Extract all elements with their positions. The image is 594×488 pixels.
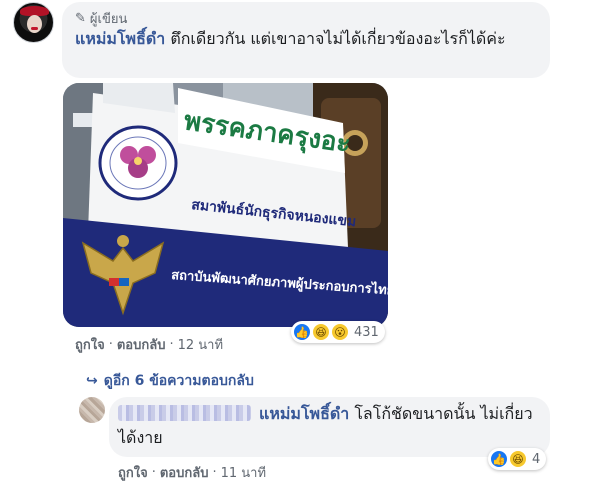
reply-arrow-icon: ↪	[86, 373, 98, 389]
haha-icon: 😆	[509, 450, 527, 468]
author-badge: ✎ ผู้เขียน	[75, 8, 127, 29]
reply-reply-link[interactable]: ตอบกลับ	[160, 462, 209, 483]
comment-timestamp[interactable]: 12 นาที	[178, 334, 223, 355]
commenter-avatar[interactable]	[13, 2, 54, 43]
comment-author-name[interactable]: แหม่มโพธิ์ดำ	[75, 29, 165, 48]
separator-dot: ·	[108, 337, 113, 352]
separator-dot: ·	[151, 465, 156, 480]
comment-text: แหม่มโพธิ์ดำ ตึกเดียวกัน แต่เขาอาจไม่ได้…	[75, 28, 543, 50]
wow-icon: 😮	[331, 323, 349, 341]
reply-timestamp[interactable]: 11 นาที	[221, 462, 266, 483]
view-more-replies-link[interactable]: ↪ ดูอีก 6 ข้อความตอบกลับ	[86, 370, 254, 392]
reply-text: แหม่มโพธิ์ดำ โลโก้ชัดขนาดนั้น ไม่เกี่ยวไ…	[118, 402, 542, 450]
separator-dot: ·	[169, 337, 174, 352]
pencil-icon: ✎	[75, 11, 86, 26]
comment-photo[interactable]: พรรคภาครุงอะ สมาพันธ์นักธุรกิจหนองแขม สถ…	[63, 83, 388, 327]
avatar-face-shape	[27, 15, 42, 33]
reply-actions: ถูกใจ · ตอบกลับ · 11 นาที	[118, 462, 266, 483]
reply-avatar[interactable]	[79, 397, 105, 423]
reply-link[interactable]: ตอบกลับ	[117, 334, 166, 355]
reply-reactions[interactable]: 👍 😆 4	[488, 448, 547, 470]
reply-reaction-count: 4	[532, 451, 541, 467]
reply-mention[interactable]: แหม่มโพธิ์ดำ	[259, 404, 349, 423]
like-link[interactable]: ถูกใจ	[75, 334, 105, 355]
like-icon: 👍	[293, 323, 311, 341]
more-replies-label: ดูอีก 6 ข้อความตอบกลับ	[103, 373, 254, 389]
reaction-count: 431	[354, 324, 379, 340]
comment-reactions[interactable]: 👍 😆 😮 431	[291, 321, 385, 343]
comment-body: ตึกเดียวกัน แต่เขาอาจไม่ได้เกี่ยวข้องอะไ…	[170, 29, 506, 48]
comment-actions: ถูกใจ · ตอบกลับ · 12 นาที	[75, 334, 223, 355]
avatar-lips-shape	[31, 27, 38, 30]
separator-dot: ·	[212, 465, 217, 480]
like-icon: 👍	[490, 450, 508, 468]
haha-icon: 😆	[312, 323, 330, 341]
author-badge-label: ผู้เขียน	[89, 12, 128, 27]
reply-like-link[interactable]: ถูกใจ	[118, 462, 148, 483]
